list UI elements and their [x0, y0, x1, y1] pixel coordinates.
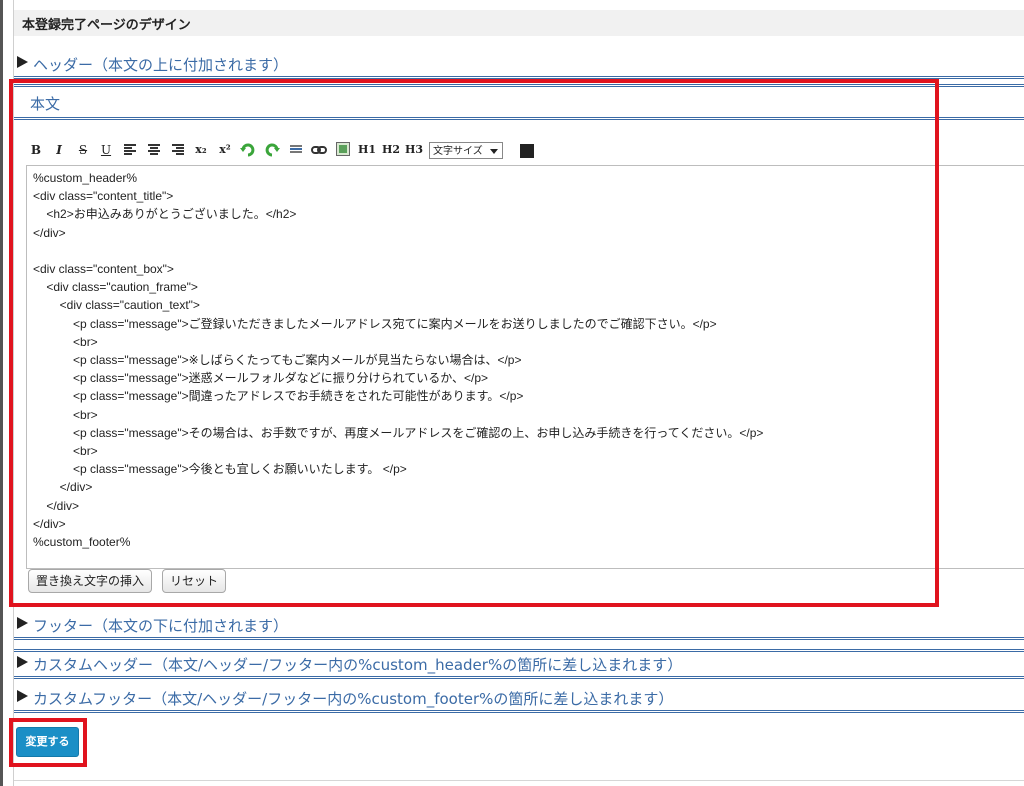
page-title: 本登録完了ページのデザイン	[22, 18, 191, 33]
section-footer-label: フッター（本文の下に付加されます）	[33, 617, 289, 635]
section-custom-header-toggle[interactable]: カスタムヘッダー（本文/ヘッダー/フッター内の%custom_header%の箇…	[14, 649, 1024, 679]
section-custom-header-label: カスタムヘッダー（本文/ヘッダー/フッター内の%custom_header%の箇…	[33, 656, 683, 674]
section-footer-toggle[interactable]: フッター（本文の下に付加されます）	[14, 613, 1024, 640]
submit-button-highlight	[9, 718, 87, 767]
bottom-divider	[14, 780, 1024, 781]
expand-triangle-icon	[17, 617, 28, 629]
left-border	[0, 0, 3, 786]
expand-triangle-icon	[17, 690, 28, 702]
section-header-label: ヘッダー（本文の上に付加されます）	[33, 56, 289, 74]
section-header-toggle[interactable]: ヘッダー（本文の上に付加されます）	[14, 52, 1024, 79]
section-custom-footer-toggle[interactable]: カスタムフッター（本文/ヘッダー/フッター内の%custom_footer%の箇…	[14, 686, 1024, 713]
expand-triangle-icon	[17, 56, 28, 68]
section-custom-footer-label: カスタムフッター（本文/ヘッダー/フッター内の%custom_footer%の箇…	[33, 690, 674, 708]
expand-triangle-icon	[17, 656, 28, 668]
body-section-highlight	[9, 79, 939, 607]
